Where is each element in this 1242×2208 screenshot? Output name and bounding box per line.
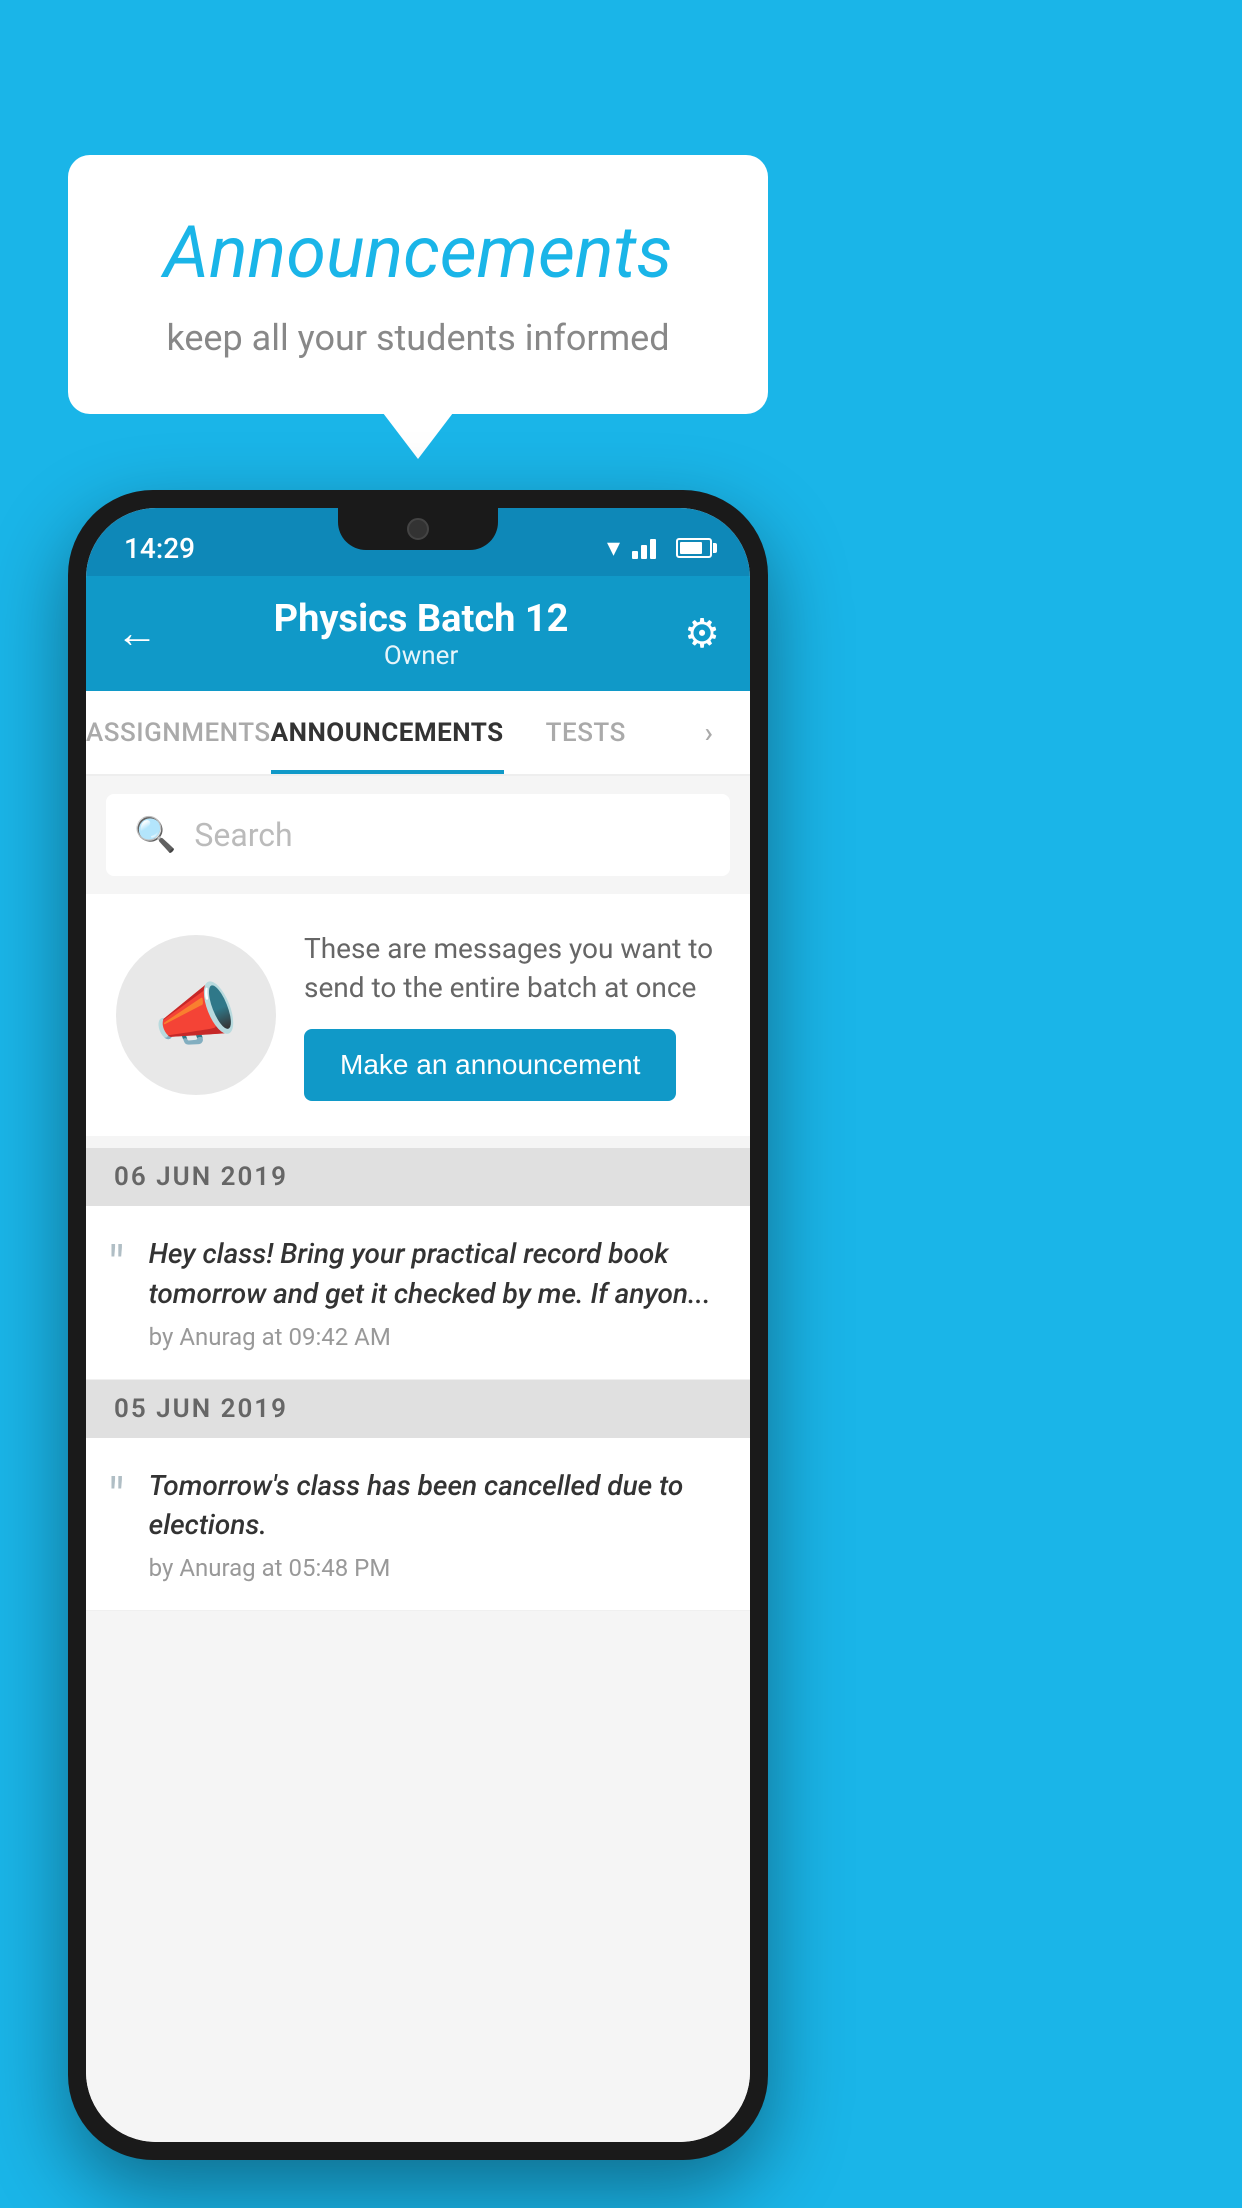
phone-screen-inner: 14:29 ▾ bbox=[86, 508, 750, 2142]
phone-notch bbox=[338, 508, 498, 550]
promo-card: 📣 These are messages you want to send to… bbox=[86, 894, 750, 1136]
phone-camera bbox=[407, 518, 429, 540]
tab-more[interactable]: › bbox=[668, 691, 750, 774]
promo-avatar: 📣 bbox=[116, 935, 276, 1095]
tab-assignments[interactable]: ASSIGNMENTS bbox=[86, 691, 271, 774]
wifi-icon: ▾ bbox=[607, 533, 620, 563]
speech-bubble-container: Announcements keep all your students inf… bbox=[68, 155, 768, 414]
announcement-meta-2: by Anurag at 05:48 PM bbox=[149, 1554, 722, 1582]
search-icon: 🔍 bbox=[134, 815, 176, 855]
battery-fill bbox=[680, 542, 702, 554]
tab-bar: ASSIGNMENTS ANNOUNCEMENTS TESTS › bbox=[86, 691, 750, 776]
announcement-meta-1: by Anurag at 09:42 AM bbox=[149, 1323, 722, 1351]
phone-screen: 14:29 ▾ bbox=[86, 508, 750, 2142]
promo-text-area: These are messages you want to send to t… bbox=[304, 929, 720, 1101]
announcement-text-1: Hey class! Bring your practical record b… bbox=[149, 1234, 722, 1312]
date-separator-1: 06 JUN 2019 bbox=[86, 1148, 750, 1206]
tab-announcements[interactable]: ANNOUNCEMENTS bbox=[271, 691, 504, 774]
date-text-1: 06 JUN 2019 bbox=[114, 1162, 288, 1192]
speech-bubble: Announcements keep all your students inf… bbox=[68, 155, 768, 414]
tab-tests[interactable]: TESTS bbox=[504, 691, 668, 774]
header-center: Physics Batch 12 Owner bbox=[274, 597, 569, 671]
date-separator-2: 05 JUN 2019 bbox=[86, 1380, 750, 1438]
signal-icon bbox=[632, 537, 660, 559]
make-announcement-button[interactable]: Make an announcement bbox=[304, 1029, 676, 1101]
phone-outer: 14:29 ▾ bbox=[68, 490, 768, 2160]
announcement-item-2[interactable]: " Tomorrow's class has been cancelled du… bbox=[86, 1438, 750, 1611]
quote-icon-1: " bbox=[108, 1240, 125, 1292]
battery-icon bbox=[676, 538, 712, 558]
status-icons: ▾ bbox=[607, 533, 712, 563]
screen-body: 🔍 Search 📣 These are messages you want t… bbox=[86, 776, 750, 2142]
date-text-2: 05 JUN 2019 bbox=[114, 1394, 288, 1424]
phone-wrapper: 14:29 ▾ bbox=[68, 490, 768, 2160]
quote-icon-2: " bbox=[108, 1472, 125, 1524]
announcements-subtitle: keep all your students informed bbox=[128, 317, 708, 359]
announcement-content-2: Tomorrow's class has been cancelled due … bbox=[149, 1466, 722, 1582]
search-bar[interactable]: 🔍 Search bbox=[106, 794, 730, 876]
back-button[interactable]: ← bbox=[116, 609, 158, 658]
settings-button[interactable]: ⚙ bbox=[684, 610, 720, 657]
owner-label: Owner bbox=[274, 641, 569, 671]
status-time: 14:29 bbox=[124, 532, 195, 565]
search-placeholder: Search bbox=[194, 816, 292, 854]
batch-title: Physics Batch 12 bbox=[274, 597, 569, 641]
megaphone-icon: 📣 bbox=[154, 975, 239, 1055]
announcement-text-2: Tomorrow's class has been cancelled due … bbox=[149, 1466, 722, 1544]
announcement-content-1: Hey class! Bring your practical record b… bbox=[149, 1234, 722, 1350]
announcement-item-1[interactable]: " Hey class! Bring your practical record… bbox=[86, 1206, 750, 1379]
promo-description: These are messages you want to send to t… bbox=[304, 929, 720, 1007]
app-header: ← Physics Batch 12 Owner ⚙ bbox=[86, 576, 750, 691]
announcements-title: Announcements bbox=[128, 210, 708, 295]
